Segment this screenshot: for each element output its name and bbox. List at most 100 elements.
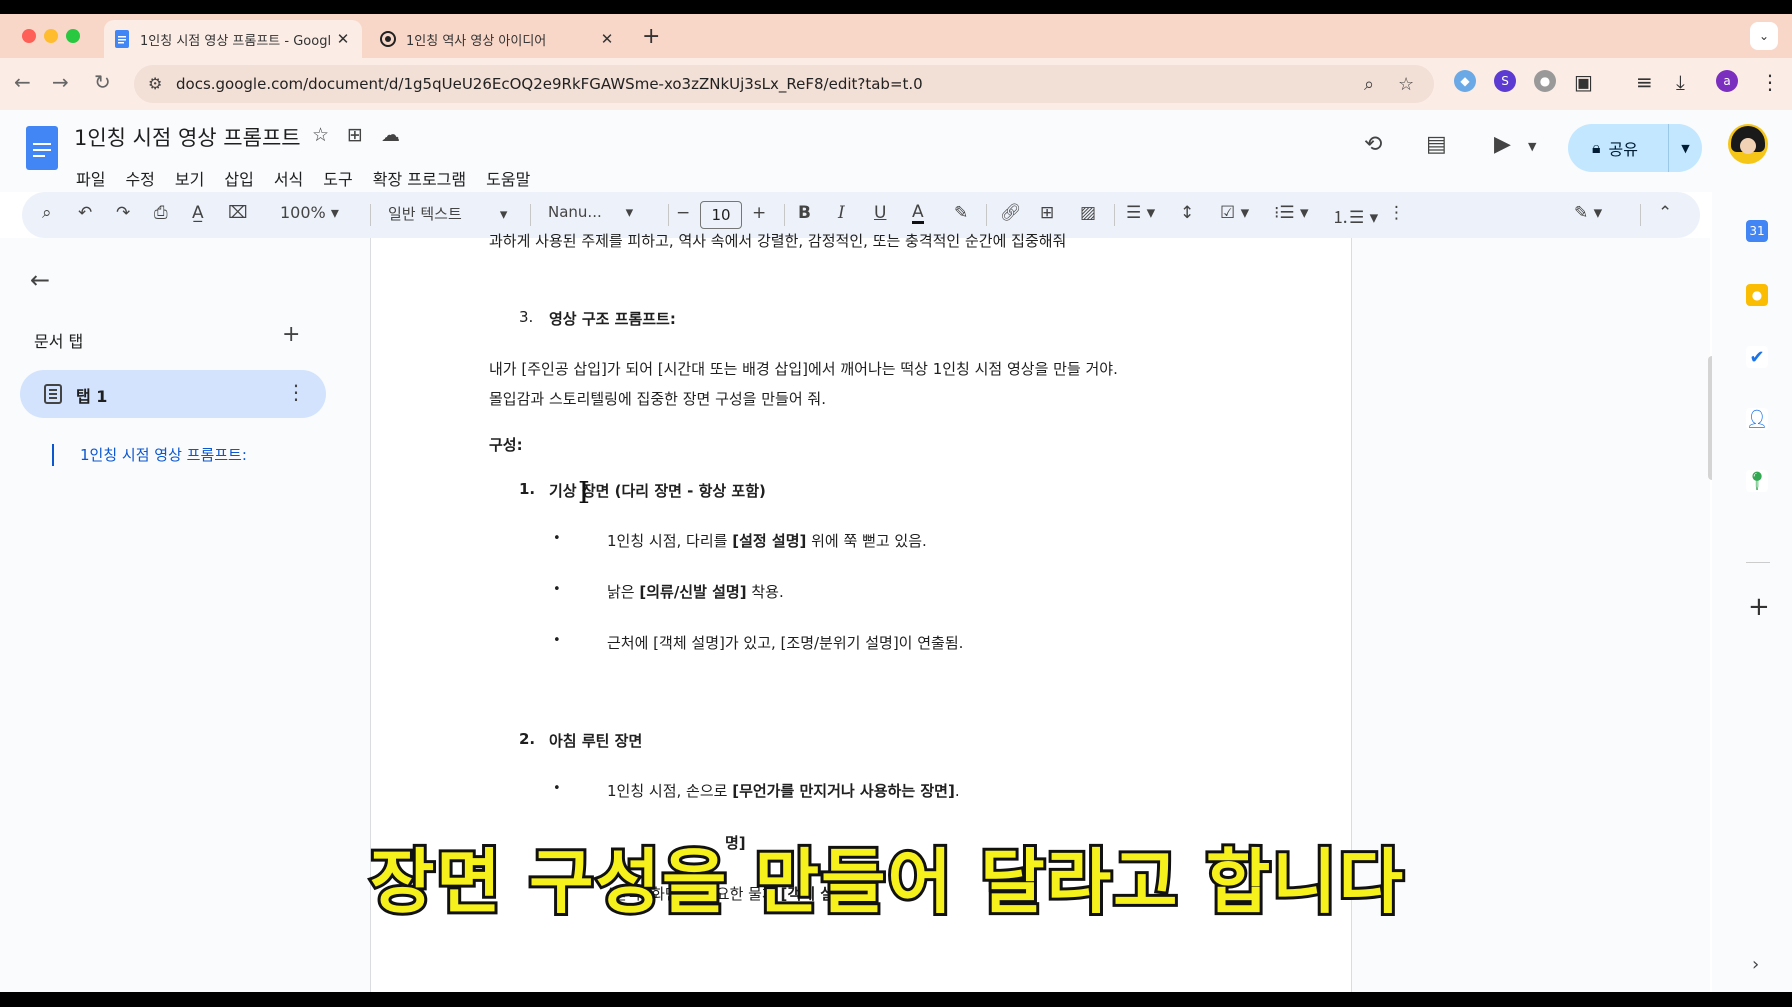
back-arrow-icon[interactable]: ← bbox=[30, 266, 50, 294]
hide-menus-icon[interactable]: ⌃ bbox=[1658, 203, 1672, 223]
document-tab-icon bbox=[44, 384, 62, 404]
browser-tab-chatgpt[interactable]: 1인칭 역사 영상 아이디어 ✕ bbox=[370, 20, 626, 58]
extension-gray-icon[interactable]: ● bbox=[1534, 70, 1556, 92]
reading-list-icon[interactable]: ≡ bbox=[1636, 70, 1653, 94]
font-select[interactable]: Nanu... ▾ bbox=[548, 203, 633, 221]
bookmark-star-icon[interactable]: ☆ bbox=[1398, 74, 1414, 95]
chevron-down-icon[interactable]: ▼ bbox=[1528, 140, 1536, 153]
menu-view[interactable]: 보기 bbox=[175, 166, 204, 190]
cloud-saved-icon[interactable]: ☁ bbox=[381, 124, 400, 146]
sidebar-item-tab-1[interactable]: 탭 1 ⋮ bbox=[20, 370, 326, 418]
account-avatar[interactable] bbox=[1728, 124, 1768, 164]
list-number: 1. bbox=[519, 480, 536, 498]
calendar-icon[interactable]: 31 bbox=[1746, 220, 1768, 242]
insert-image-icon[interactable]: ▨ bbox=[1080, 203, 1096, 223]
chatgpt-icon bbox=[380, 30, 396, 48]
add-tab-button[interactable]: + bbox=[282, 322, 300, 347]
meet-icon[interactable]: ▶ bbox=[1494, 132, 1511, 157]
document-title[interactable]: 1인칭 시점 영상 프롬프트 bbox=[74, 122, 301, 152]
zoom-icon[interactable]: ⌕ bbox=[1364, 74, 1374, 95]
browser-tab-docs[interactable]: 1인칭 시점 영상 프롬프트 - Googl ✕ bbox=[104, 20, 362, 58]
italic-button[interactable]: I bbox=[838, 203, 845, 223]
browser-menu-icon[interactable]: ⋮ bbox=[1760, 70, 1780, 94]
more-vert-icon[interactable]: ⋮ bbox=[286, 380, 306, 404]
site-settings-icon[interactable]: ⚙ bbox=[148, 74, 162, 93]
move-folder-icon[interactable]: ⊞ bbox=[347, 124, 363, 146]
add-comment-icon[interactable]: ⊞ bbox=[1040, 203, 1054, 223]
maps-icon[interactable]: 📍︎ bbox=[1746, 470, 1768, 492]
share-button[interactable]: 🔒︎ 공유 ▼ bbox=[1568, 124, 1702, 172]
increase-font-size-button[interactable]: + bbox=[752, 203, 766, 223]
editing-mode-icon[interactable]: ✎ ▾ bbox=[1574, 203, 1602, 223]
menu-help[interactable]: 도움말 bbox=[486, 166, 530, 190]
forward-icon[interactable]: → bbox=[52, 70, 69, 94]
tab-strip: 1인칭 시점 영상 프롬프트 - Googl ✕ 1인칭 역사 영상 아이디어 … bbox=[0, 14, 1792, 58]
search-menus-icon[interactable]: ⌕ bbox=[42, 203, 52, 223]
bold-button[interactable]: B bbox=[798, 203, 811, 223]
paint-format-icon[interactable]: ⌧ bbox=[228, 203, 248, 223]
star-icon[interactable]: ☆ bbox=[312, 124, 329, 146]
tab-search-button[interactable]: ⌄ bbox=[1750, 22, 1778, 50]
close-icon[interactable]: ✕ bbox=[334, 30, 352, 48]
version-history-icon[interactable]: ⟲ bbox=[1364, 132, 1382, 157]
new-tab-button[interactable]: + bbox=[642, 24, 660, 49]
font-size-input[interactable]: 10 bbox=[700, 201, 742, 229]
decrease-font-size-button[interactable]: − bbox=[676, 203, 690, 223]
side-panel: 31 ● ✔ 👤︎ 📍︎ + › bbox=[1712, 192, 1792, 992]
spellcheck-icon[interactable]: A̲ bbox=[192, 203, 204, 223]
menu-insert[interactable]: 삽입 bbox=[224, 166, 253, 190]
minimize-window-button[interactable] bbox=[44, 29, 58, 43]
zoom-select[interactable]: 100% ▾ bbox=[280, 203, 339, 222]
tab-title: 1인칭 역사 영상 아이디어 bbox=[406, 33, 547, 49]
print-icon[interactable]: ⎙ bbox=[154, 203, 168, 223]
address-bar[interactable]: ⚙ docs.google.com/document/d/1g5qUeU26Ec… bbox=[134, 65, 1434, 103]
outline-heading[interactable]: 1인칭 시점 영상 프롬프트: bbox=[80, 444, 247, 465]
underline-button[interactable]: U bbox=[874, 203, 886, 223]
profile-avatar[interactable]: a bbox=[1716, 70, 1738, 92]
list-item: 낡은 [의류/신발 설명] 착용. bbox=[607, 583, 784, 601]
chevron-right-icon[interactable]: › bbox=[1752, 954, 1759, 975]
maximize-window-button[interactable] bbox=[66, 29, 80, 43]
extension-s-icon[interactable]: S bbox=[1494, 70, 1516, 92]
heading: 구성: bbox=[489, 436, 523, 454]
checklist-icon[interactable]: ☑ ▾ bbox=[1220, 203, 1249, 223]
menu-format[interactable]: 서식 bbox=[274, 166, 303, 190]
comments-icon[interactable]: ▤ bbox=[1426, 132, 1447, 157]
align-icon[interactable]: ☰ ▾ bbox=[1126, 203, 1155, 223]
paragraph: 내가 [주인공 삽입]가 되어 [시간대 또는 배경 삽입]에서 깨어나는 떡상… bbox=[489, 360, 1118, 378]
back-icon[interactable]: ← bbox=[14, 70, 31, 94]
close-window-button[interactable] bbox=[22, 29, 36, 43]
extensions-puzzle-icon[interactable]: ▣ bbox=[1574, 70, 1593, 94]
numbered-list-icon[interactable]: ⒈☰ ▾ bbox=[1332, 203, 1378, 228]
line-spacing-icon[interactable]: ↕ bbox=[1180, 203, 1194, 223]
menu-tools[interactable]: 도구 bbox=[323, 166, 352, 190]
contacts-icon[interactable]: 👤︎ bbox=[1746, 408, 1768, 430]
docs-header: 1인칭 시점 영상 프롬프트 ☆ ⊞ ☁ 파일 수정 보기 삽입 서식 도구 확… bbox=[0, 110, 1792, 192]
style-select[interactable]: 일반 텍스트 ▾ bbox=[388, 203, 507, 224]
keep-icon[interactable]: ● bbox=[1746, 284, 1768, 306]
redo-icon[interactable]: ↷ bbox=[116, 203, 130, 223]
more-options-icon[interactable]: ⋮ bbox=[1388, 203, 1405, 223]
tab-label: 탭 1 bbox=[76, 387, 108, 406]
text-color-button[interactable]: A bbox=[912, 203, 924, 224]
list-number: 2. bbox=[519, 730, 536, 748]
download-icon[interactable]: ⤓ bbox=[1676, 70, 1685, 94]
lock-icon: 🔒︎ bbox=[1592, 138, 1601, 157]
extension-icon[interactable]: ◆ bbox=[1454, 70, 1476, 92]
tasks-icon[interactable]: ✔ bbox=[1746, 346, 1768, 368]
insert-link-icon[interactable]: 🔗︎ bbox=[1000, 203, 1022, 223]
google-docs-logo-icon[interactable] bbox=[26, 126, 58, 170]
get-addons-icon[interactable]: + bbox=[1748, 592, 1770, 622]
document-tabs-panel: ← 문서 탭 + 탭 1 ⋮ 1인칭 시점 영상 프롬프트: bbox=[0, 238, 370, 992]
menu-edit[interactable]: 수정 bbox=[125, 166, 154, 190]
address-row: ← → ↻ ⚙ docs.google.com/document/d/1g5qU… bbox=[0, 58, 1792, 110]
text-cursor-icon: I bbox=[578, 476, 590, 511]
bulleted-list-icon[interactable]: ⁝☰ ▾ bbox=[1274, 203, 1309, 223]
menu-extensions[interactable]: 확장 프로그램 bbox=[373, 166, 466, 190]
reload-icon[interactable]: ↻ bbox=[94, 70, 111, 94]
share-dropdown-icon[interactable]: ▼ bbox=[1668, 124, 1702, 172]
menu-file[interactable]: 파일 bbox=[76, 166, 105, 190]
highlight-icon[interactable]: ✎ bbox=[954, 203, 968, 223]
undo-icon[interactable]: ↶ bbox=[78, 203, 92, 223]
close-icon[interactable]: ✕ bbox=[598, 30, 616, 48]
